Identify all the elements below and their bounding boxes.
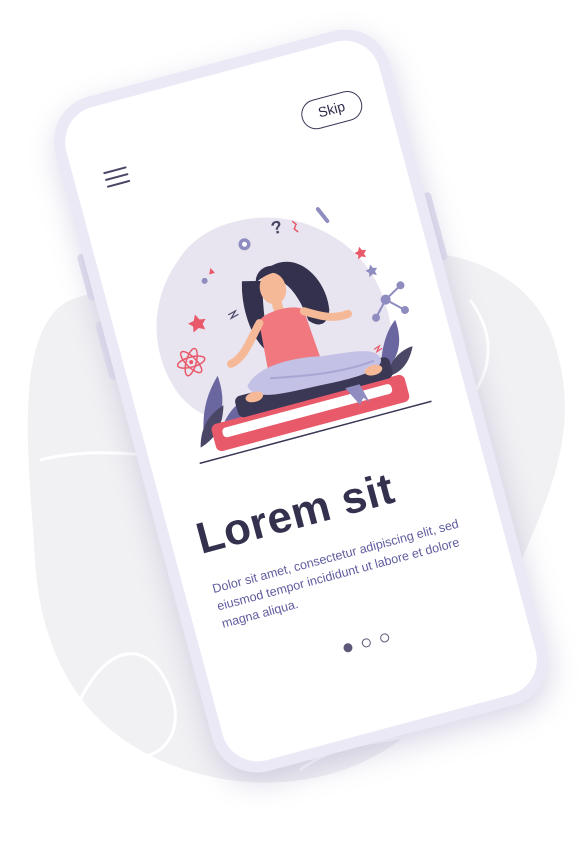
pagination-dot-2[interactable]: [360, 637, 372, 649]
pagination-dot-3[interactable]: [378, 632, 390, 644]
skip-button[interactable]: Skip: [297, 87, 366, 133]
meditating-woman-illustration: ?: [156, 207, 432, 465]
pagination-dot-1[interactable]: [341, 642, 353, 654]
hamburger-menu-icon[interactable]: [102, 162, 133, 190]
